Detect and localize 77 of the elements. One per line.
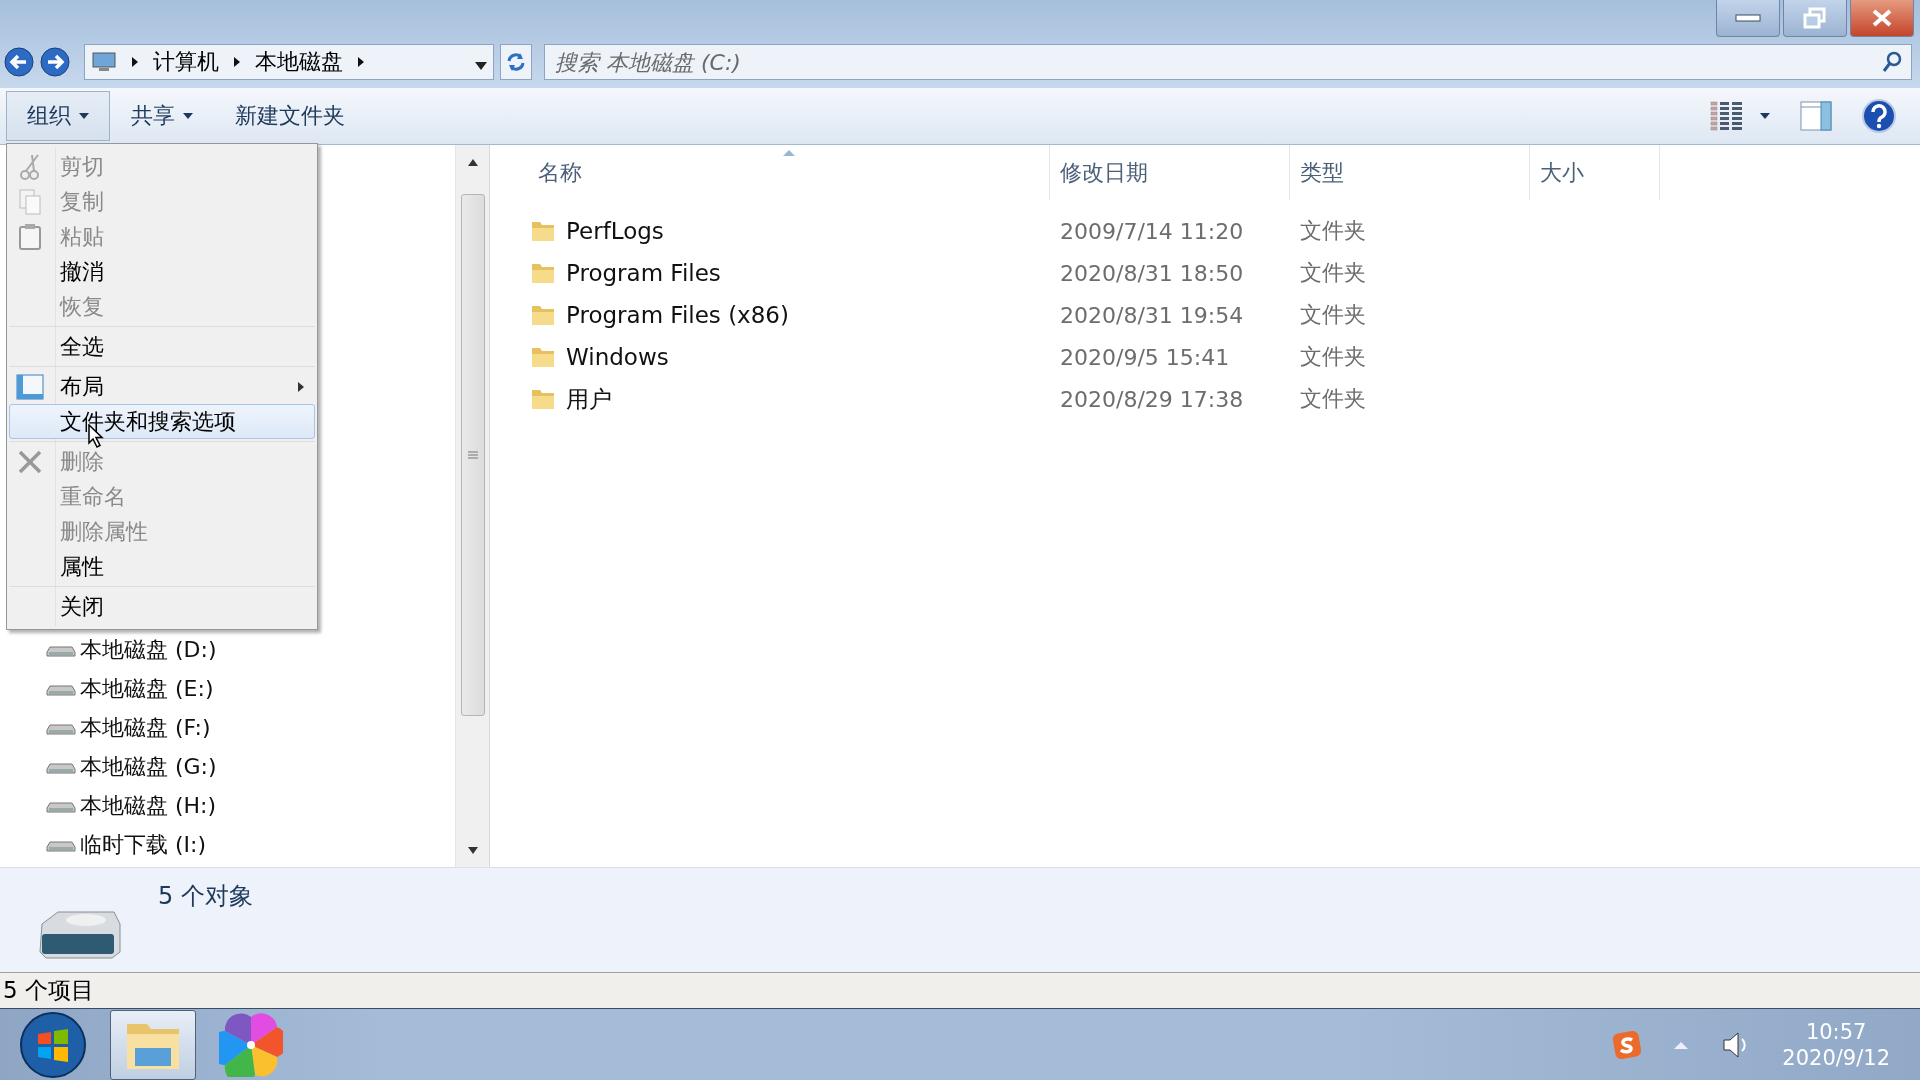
restore-button[interactable] [1783, 0, 1847, 37]
copy-icon [18, 187, 42, 216]
menu-item[interactable]: 布局 [9, 369, 315, 404]
details-view-icon[interactable] [1710, 101, 1744, 131]
taskbar-button[interactable] [110, 1009, 196, 1080]
close-icon [1871, 8, 1893, 28]
toolbar-button[interactable]: 新建文件夹 [214, 91, 366, 141]
folder-icon [530, 219, 556, 243]
refresh-icon [506, 52, 526, 72]
delete-x-icon [17, 448, 43, 475]
table-cell-text: 文件夹 [1299, 301, 1367, 329]
preview-pane-icon[interactable] [1800, 101, 1832, 131]
table-cell-text: 2020/9/5 15:41 [1059, 344, 1231, 370]
breadcrumb-item[interactable]: 计算机 [153, 47, 219, 77]
dropdown-caret-icon[interactable] [475, 61, 487, 70]
help-icon[interactable] [1862, 99, 1896, 133]
refresh-button[interactable] [500, 44, 532, 80]
column-header[interactable]: 修改日期 [1050, 145, 1290, 200]
dropdown-caret-icon[interactable] [1760, 113, 1770, 119]
table-cell-text: 文件夹 [1299, 259, 1367, 287]
clipboard-icon [18, 222, 42, 251]
file-name[interactable]: Program Files (x86) [566, 302, 789, 328]
breadcrumb-item[interactable]: 本地磁盘 [255, 47, 343, 77]
chevron-icon[interactable] [357, 56, 365, 68]
table-cell-text: 2020/8/29 17:38 [1059, 386, 1245, 412]
computer-icon [91, 51, 117, 73]
status-text: 5 个项目 [3, 976, 94, 1005]
column-header[interactable]: 类型 [1290, 145, 1530, 200]
nav-label[interactable]: 本地磁盘 (F:) [80, 712, 211, 743]
start-button[interactable] [18, 1009, 88, 1080]
nav-label[interactable]: 本地磁盘 (H:) [80, 790, 217, 821]
minimize-button[interactable] [1716, 0, 1780, 37]
restore-icon [1803, 7, 1827, 29]
toolbar-button[interactable]: 共享 [110, 91, 214, 141]
layout-icon [16, 373, 44, 400]
chevron-icon[interactable] [131, 56, 139, 68]
file-name[interactable]: 用户 [566, 383, 612, 415]
scissors-icon [18, 152, 42, 181]
nav-label[interactable]: 本地磁盘 (D:) [80, 634, 217, 665]
minimize-icon [1735, 14, 1761, 22]
nav-label[interactable]: 本地磁盘 (E:) [80, 673, 214, 704]
sort-arrow-icon [781, 149, 796, 157]
menu-item[interactable]: 属性 [9, 549, 315, 584]
column-header[interactable]: 名称 [528, 145, 1050, 200]
folder-icon [530, 387, 556, 411]
folder-icon [530, 303, 556, 327]
folder-icon [530, 345, 556, 369]
back-button[interactable] [4, 47, 34, 77]
search-field[interactable]: 搜索 本地磁盘 (C:) [544, 44, 1912, 80]
scrollbar[interactable] [455, 145, 490, 867]
table-cell-text: 2009/7/14 11:20 [1059, 218, 1245, 244]
pinwheel-icon [219, 1012, 283, 1077]
menu-item[interactable]: 全选 [9, 329, 315, 364]
menu-item[interactable]: 撤消 [9, 254, 315, 289]
address-bar[interactable]: 计算机 本地磁盘 [84, 44, 494, 80]
nav-label[interactable]: 本地磁盘 (G:) [80, 751, 217, 782]
file-name[interactable]: PerfLogs [566, 218, 664, 244]
menu-item[interactable]: 文件夹和搜索选项 [9, 404, 315, 439]
close-button[interactable] [1850, 0, 1914, 37]
table-cell-text: 文件夹 [1299, 385, 1367, 413]
menu-item[interactable]: 关闭 [9, 589, 315, 624]
file-name[interactable]: Program Files [566, 260, 721, 286]
file-name[interactable]: Windows [566, 344, 669, 370]
column-header[interactable]: 大小 [1530, 145, 1660, 200]
forward-button[interactable] [40, 47, 70, 77]
item-count: 5 个对象 [158, 881, 253, 912]
table-cell-text: 文件夹 [1299, 343, 1367, 371]
table-cell-text: 2020/8/31 19:54 [1059, 302, 1245, 328]
input-method-icon[interactable] [1612, 1029, 1643, 1060]
nav-label[interactable]: 临时下载 (I:) [80, 829, 207, 860]
table-cell-text: 2020/8/31 18:50 [1059, 260, 1245, 286]
chevron-icon[interactable] [233, 56, 241, 68]
search-icon[interactable] [1882, 51, 1902, 73]
toolbar-button[interactable]: 组织 [6, 91, 110, 141]
scrollbar-thumb[interactable] [460, 194, 485, 716]
folder-icon [530, 261, 556, 285]
table-cell-text: 文件夹 [1299, 217, 1367, 245]
